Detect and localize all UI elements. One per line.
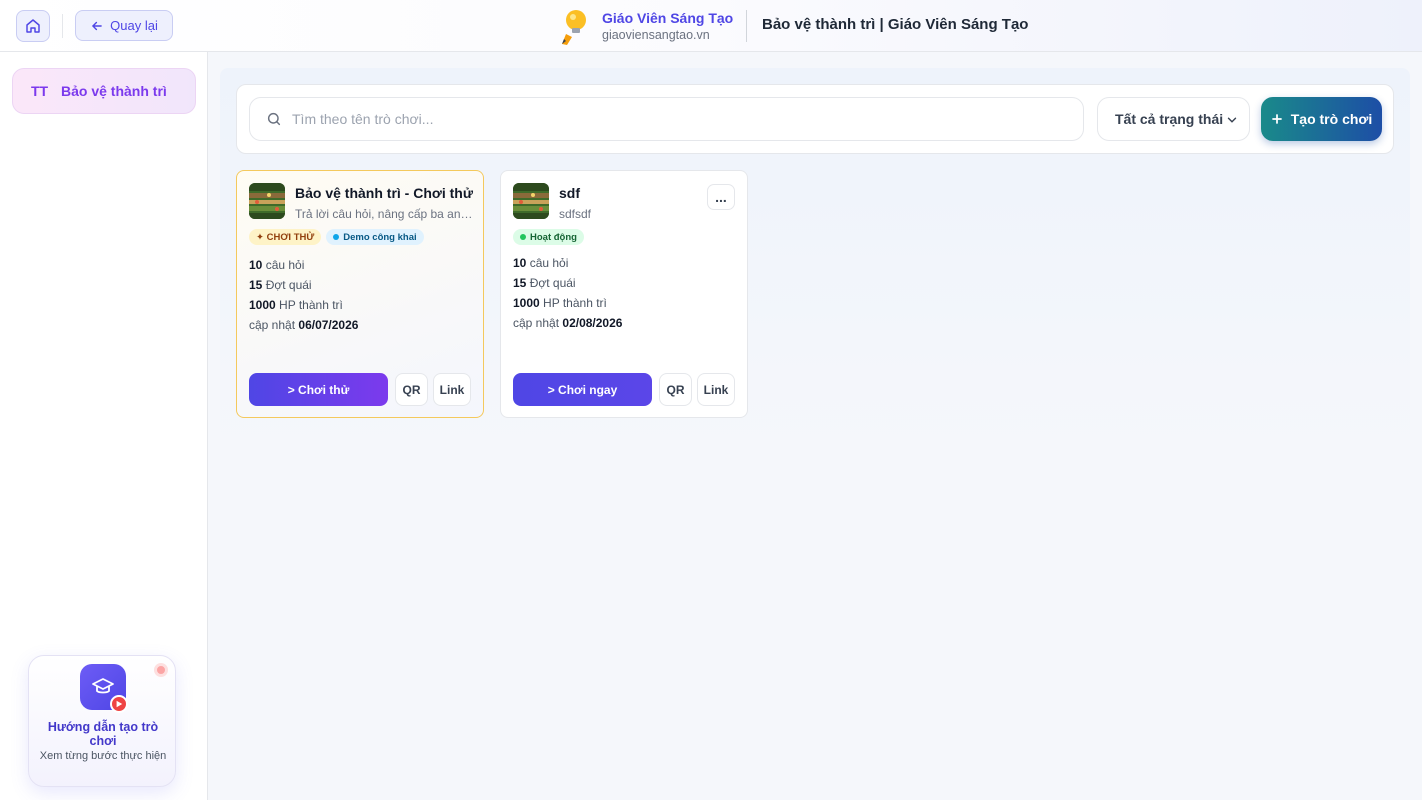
game-badges: Hoạt động xyxy=(513,229,584,245)
active-status-badge: Hoạt động xyxy=(513,229,584,245)
create-game-label: Tạo trò chơi xyxy=(1290,111,1373,127)
stat-questions: 10 câu hỏi xyxy=(249,258,305,272)
link-button[interactable]: Link xyxy=(433,373,471,406)
status-filter-value: Tất cả trạng thái xyxy=(1115,111,1224,127)
stat-updated: cập nhật 06/07/2026 xyxy=(249,318,359,332)
play-icon xyxy=(110,695,128,713)
create-game-button[interactable]: Tạo trò chơi xyxy=(1261,97,1382,141)
stat-hp: 1000 HP thành trì xyxy=(249,298,343,312)
arrow-left-icon xyxy=(92,21,102,30)
trial-badge: ✦ CHƠI THỬ xyxy=(249,229,322,245)
header-divider xyxy=(62,14,63,38)
link-button[interactable]: Link xyxy=(697,373,735,406)
home-button[interactable] xyxy=(16,10,50,42)
brand-divider xyxy=(746,10,747,42)
plus-icon xyxy=(1271,114,1282,124)
brand[interactable]: Giáo Viên Sáng Tạo giaoviensangtao.vn xyxy=(556,6,733,46)
more-options-button[interactable]: ... xyxy=(707,184,735,210)
game-title: sdf xyxy=(559,185,580,201)
stat-questions: 10 câu hỏi xyxy=(513,256,569,270)
game-thumbnail xyxy=(513,183,549,219)
lightbulb-pencil-logo-icon xyxy=(562,10,586,45)
sidebar-item-bao-ve-thanh-tri[interactable]: TT Bảo vệ thành trì xyxy=(12,68,196,114)
search-input[interactable] xyxy=(292,111,1072,127)
game-stats: 10 câu hỏi 15 Đợt quái 1000 HP thành trì… xyxy=(249,255,358,335)
status-filter-select[interactable]: Tất cả trạng thái xyxy=(1097,97,1250,141)
page-title: Bảo vệ thành trì | Giáo Viên Sáng Tạo xyxy=(762,16,1029,33)
play-now-button[interactable]: > Chơi ngay xyxy=(513,373,652,406)
tutorial-title: Hướng dẫn tạo trò chơi xyxy=(47,720,159,748)
status-dot xyxy=(333,234,340,240)
status-dot xyxy=(520,234,526,240)
game-card[interactable]: Bảo vệ thành trì - Chơi thử Trả lời câu … xyxy=(236,170,484,418)
game-stats: 10 câu hỏi 15 Đợt quái 1000 HP thành trì… xyxy=(513,253,622,333)
back-button[interactable]: Quay lại xyxy=(75,10,173,41)
game-thumbnail xyxy=(249,183,285,219)
public-demo-badge-label: Demo công khai xyxy=(343,231,417,243)
stat-hp: 1000 HP thành trì xyxy=(513,296,607,310)
stat-waves: 15 Đợt quái xyxy=(513,276,576,290)
game-title: Bảo vệ thành trì - Chơi thử xyxy=(295,185,473,201)
brand-name: Giáo Viên Sáng Tạo xyxy=(602,9,734,26)
play-trial-button[interactable]: > Chơi thử xyxy=(249,373,388,406)
game-description: Trả lời câu hỏi, nâng cấp ba anh hùng và… xyxy=(295,207,473,221)
chevron-down-icon xyxy=(1227,117,1237,123)
toolbar: Tất cả trạng thái Tạo trò chơi xyxy=(236,84,1394,154)
back-button-label: Quay lại xyxy=(110,18,158,33)
game-card[interactable]: sdf sdfsdf ... Hoạt động 10 câu hỏi 15 Đ… xyxy=(500,170,748,418)
active-status-badge-label: Hoạt động xyxy=(530,231,577,243)
tutorial-card[interactable]: Hướng dẫn tạo trò chơi Xem từng bước thự… xyxy=(28,655,176,787)
qr-button[interactable]: QR xyxy=(395,373,428,406)
game-badges: ✦ CHƠI THỬ Demo công khai xyxy=(249,229,424,245)
sidebar-item-label: Bảo vệ thành trì xyxy=(61,83,167,99)
home-icon xyxy=(26,19,40,33)
search-icon xyxy=(267,112,281,126)
notification-dot xyxy=(154,663,168,677)
sidebar-item-abbr: TT xyxy=(31,83,49,99)
top-header: Quay lại Giáo Viên Sáng Tạo giaoviensang… xyxy=(0,0,1422,52)
tutorial-subtitle: Xem từng bước thực hiện xyxy=(39,750,167,762)
brand-site: giaoviensangtao.vn xyxy=(602,27,710,42)
public-demo-badge: Demo công khai xyxy=(326,229,424,245)
qr-button[interactable]: QR xyxy=(659,373,692,406)
stat-waves: 15 Đợt quái xyxy=(249,278,312,292)
stat-updated: cập nhật 02/08/2026 xyxy=(513,316,623,330)
search-box[interactable] xyxy=(249,97,1084,141)
sidebar: TT Bảo vệ thành trì Hướng dẫn tạo trò ch… xyxy=(0,52,208,800)
